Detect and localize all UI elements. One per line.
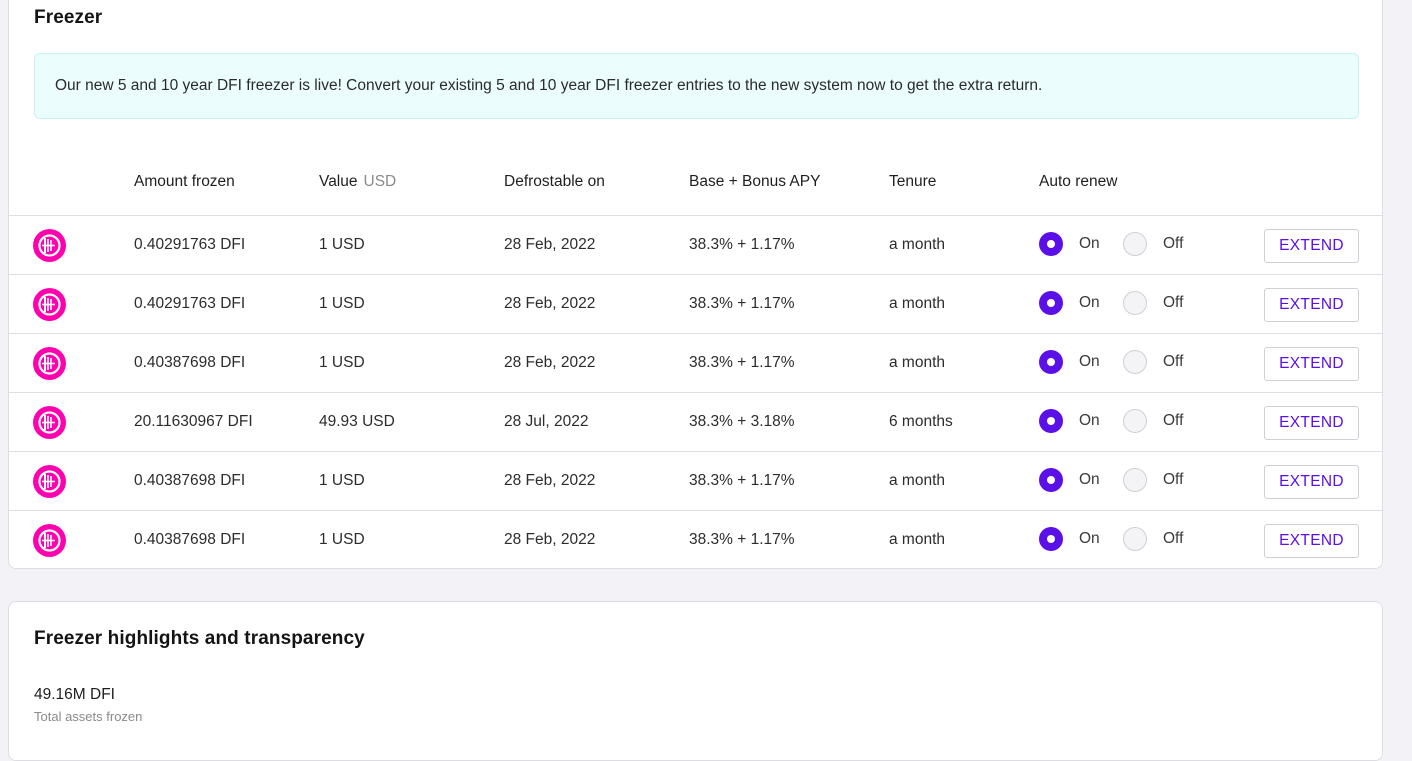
- auto-renew-off-radio[interactable]: [1123, 527, 1147, 551]
- apy-cell: 38.3% + 1.17%: [689, 236, 795, 253]
- amount-frozen-cell: 0.40291763 DFI: [134, 295, 246, 312]
- auto-renew-off-radio[interactable]: [1123, 350, 1147, 374]
- defrostable-date-cell: 28 Feb, 2022: [504, 236, 596, 253]
- dfi-coin-icon: [33, 229, 66, 262]
- amount-frozen-cell: 0.40387698 DFI: [134, 354, 246, 371]
- col-amount-frozen: Amount frozen: [134, 173, 235, 190]
- defrostable-date-cell: 28 Feb, 2022: [504, 354, 596, 371]
- col-apy: Base + Bonus APY: [689, 173, 821, 190]
- amount-frozen-cell: 20.11630967 DFI: [134, 413, 253, 430]
- value-cell: 1 USD: [319, 354, 365, 371]
- table-row: 20.11630967 DFI 49.93 USD 28 Jul, 2022 38.3…: [9, 392, 1382, 451]
- col-defrostable-on: Defrostable on: [504, 173, 605, 190]
- auto-renew-on-radio[interactable]: [1039, 350, 1063, 374]
- auto-renew-off-label[interactable]: Off: [1163, 334, 1183, 390]
- table-row: 0.40291763 DFI 1 USD 28 Feb, 2022 38.3% + 1…: [9, 215, 1382, 274]
- auto-renew-off-radio[interactable]: [1123, 291, 1147, 315]
- col-tenure: Tenure: [889, 173, 937, 190]
- col-value-unit: USD: [363, 173, 397, 190]
- defrostable-date-cell: 28 Feb, 2022: [504, 472, 596, 489]
- auto-renew-on-radio[interactable]: [1039, 409, 1063, 433]
- apy-cell: 38.3% + 1.17%: [689, 295, 795, 312]
- freezer-title: Freezer: [34, 7, 103, 28]
- auto-renew-on-radio[interactable]: [1039, 468, 1063, 492]
- extend-button[interactable]: EXTEND: [1264, 524, 1359, 558]
- apy-cell: 38.3% + 1.17%: [689, 531, 795, 548]
- total-assets-frozen-value: 49.16M DFI: [34, 686, 115, 703]
- dfi-coin-icon: [33, 288, 66, 321]
- highlights-card: Freezer highlights and transparency 49.1…: [8, 601, 1383, 761]
- value-cell: 1 USD: [319, 531, 365, 548]
- extend-button[interactable]: EXTEND: [1264, 347, 1359, 381]
- freezer-rows: 0.40291763 DFI 1 USD 28 Feb, 2022 38.3% + 1…: [9, 215, 1382, 569]
- dfi-coin-icon: [33, 347, 66, 380]
- auto-renew-off-label[interactable]: Off: [1163, 511, 1183, 567]
- auto-renew-on-radio[interactable]: [1039, 291, 1063, 315]
- auto-renew-on-label[interactable]: On: [1079, 216, 1100, 272]
- col-value: Value USD: [319, 173, 396, 191]
- amount-frozen-cell: 0.40387698 DFI: [134, 472, 246, 489]
- amount-frozen-cell: 0.40387698 DFI: [134, 531, 246, 548]
- extend-button[interactable]: EXTEND: [1264, 229, 1359, 263]
- col-auto-renew: Auto renew: [1039, 173, 1118, 190]
- tenure-cell: a month: [889, 354, 946, 371]
- page-margin: [1384, 0, 1412, 743]
- apy-cell: 38.3% + 1.17%: [689, 472, 795, 489]
- auto-renew-off-label[interactable]: Off: [1163, 216, 1183, 272]
- auto-renew-on-label[interactable]: On: [1079, 511, 1100, 567]
- auto-renew-on-label[interactable]: On: [1079, 275, 1100, 331]
- apy-cell: 38.3% + 1.17%: [689, 354, 795, 371]
- value-cell: 1 USD: [319, 236, 365, 253]
- table-row: 0.40387698 DFI 1 USD 28 Feb, 2022 38.3% + 1…: [9, 333, 1382, 392]
- table-row: 0.40387698 DFI 1 USD 28 Feb, 2022 38.3% + 1…: [9, 451, 1382, 510]
- dfi-coin-icon: [33, 406, 66, 439]
- auto-renew-on-label[interactable]: On: [1079, 393, 1100, 449]
- table-row: 0.40291763 DFI 1 USD 28 Feb, 2022 38.3% + 1…: [9, 274, 1382, 333]
- defrostable-date-cell: 28 Jul, 2022: [504, 413, 589, 430]
- value-cell: 1 USD: [319, 295, 365, 312]
- auto-renew-off-radio[interactable]: [1123, 232, 1147, 256]
- amount-frozen-cell: 0.40291763 DFI: [134, 236, 246, 253]
- apy-cell: 38.3% + 3.18%: [689, 413, 795, 430]
- auto-renew-off-label[interactable]: Off: [1163, 275, 1183, 331]
- table-header: Amount frozen Value USD Defrostable on Ba…: [9, 173, 1382, 215]
- tenure-cell: a month: [889, 531, 946, 548]
- extend-button[interactable]: EXTEND: [1264, 465, 1359, 499]
- col-value-label: Value: [319, 173, 358, 190]
- value-cell: 49.93 USD: [319, 413, 395, 430]
- info-banner: Our new 5 and 10 year DFI freezer is liv…: [34, 53, 1359, 119]
- tenure-cell: a month: [889, 295, 946, 312]
- value-cell: 1 USD: [319, 472, 365, 489]
- auto-renew-on-radio[interactable]: [1039, 527, 1063, 551]
- defrostable-date-cell: 28 Feb, 2022: [504, 531, 596, 548]
- defrostable-date-cell: 28 Feb, 2022: [504, 295, 596, 312]
- extend-button[interactable]: EXTEND: [1264, 288, 1359, 322]
- auto-renew-on-label[interactable]: On: [1079, 452, 1100, 508]
- tenure-cell: a month: [889, 236, 946, 253]
- auto-renew-on-radio[interactable]: [1039, 232, 1063, 256]
- table-row: 0.40387698 DFI 1 USD 28 Feb, 2022 38.3% + 1…: [9, 510, 1382, 569]
- tenure-cell: a month: [889, 472, 946, 489]
- dfi-coin-icon: [33, 524, 66, 557]
- auto-renew-off-label[interactable]: Off: [1163, 452, 1183, 508]
- extend-button[interactable]: EXTEND: [1264, 406, 1359, 440]
- auto-renew-off-radio[interactable]: [1123, 468, 1147, 492]
- auto-renew-on-label[interactable]: On: [1079, 334, 1100, 390]
- tenure-cell: 6 months: [889, 413, 953, 430]
- highlights-title: Freezer highlights and transparency: [34, 628, 365, 649]
- auto-renew-off-radio[interactable]: [1123, 409, 1147, 433]
- auto-renew-off-label[interactable]: Off: [1163, 393, 1183, 449]
- dfi-coin-icon: [33, 465, 66, 498]
- total-assets-frozen-label: Total assets frozen: [34, 709, 143, 724]
- freezer-card: Freezer Our new 5 and 10 year DFI freeze…: [8, 0, 1383, 569]
